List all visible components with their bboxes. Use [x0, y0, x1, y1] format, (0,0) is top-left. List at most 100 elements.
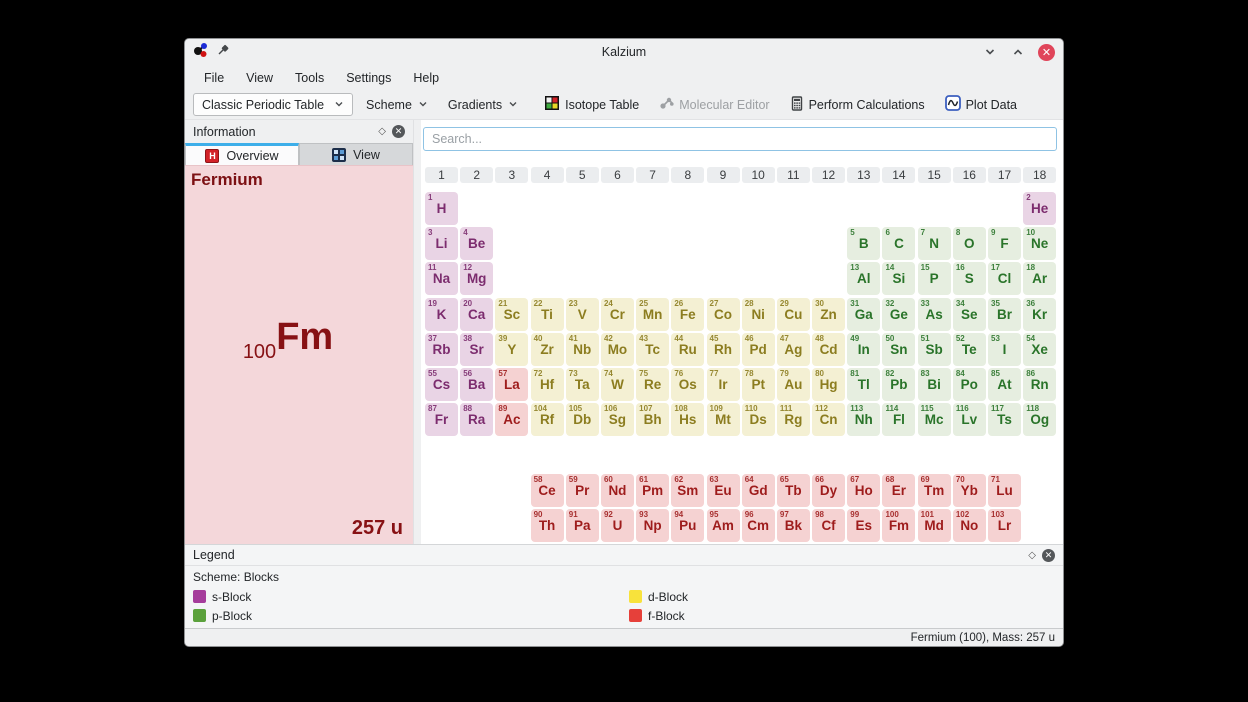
tab-view[interactable]: View: [299, 143, 413, 165]
element-tile-Xe[interactable]: 54Xe: [1023, 333, 1056, 366]
pin-icon[interactable]: [217, 43, 230, 61]
element-tile-Np[interactable]: 93Np: [636, 509, 669, 542]
element-tile-Rf[interactable]: 104Rf: [531, 403, 564, 436]
element-tile-Rb[interactable]: 37Rb: [425, 333, 458, 366]
element-tile-Er[interactable]: 68Er: [882, 474, 915, 507]
element-tile-Hs[interactable]: 108Hs: [671, 403, 704, 436]
element-tile-He[interactable]: 2He: [1023, 192, 1056, 225]
element-tile-Ni[interactable]: 28Ni: [742, 298, 775, 331]
element-tile-Mo[interactable]: 42Mo: [601, 333, 634, 366]
element-tile-Sb[interactable]: 51Sb: [918, 333, 951, 366]
menu-item-tools[interactable]: Tools: [286, 68, 333, 88]
element-tile-Ce[interactable]: 58Ce: [531, 474, 564, 507]
element-tile-Mt[interactable]: 109Mt: [707, 403, 740, 436]
element-tile-Rg[interactable]: 111Rg: [777, 403, 810, 436]
element-tile-Bk[interactable]: 97Bk: [777, 509, 810, 542]
element-tile-H[interactable]: 1H: [425, 192, 458, 225]
element-tile-Tm[interactable]: 69Tm: [918, 474, 951, 507]
element-tile-Mn[interactable]: 25Mn: [636, 298, 669, 331]
element-tile-Ac[interactable]: 89Ac: [495, 403, 528, 436]
element-tile-Nh[interactable]: 113Nh: [847, 403, 880, 436]
element-tile-W[interactable]: 74W: [601, 368, 634, 401]
element-tile-Zr[interactable]: 40Zr: [531, 333, 564, 366]
element-tile-Bi[interactable]: 83Bi: [918, 368, 951, 401]
element-tile-N[interactable]: 7N: [918, 227, 951, 260]
element-tile-Ta[interactable]: 73Ta: [566, 368, 599, 401]
element-tile-Mg[interactable]: 12Mg: [460, 262, 493, 295]
element-tile-U[interactable]: 92U: [601, 509, 634, 542]
element-tile-Lv[interactable]: 116Lv: [953, 403, 986, 436]
element-tile-Ds[interactable]: 110Ds: [742, 403, 775, 436]
element-tile-Cr[interactable]: 24Cr: [601, 298, 634, 331]
gradients-dropdown[interactable]: Gradients: [441, 93, 525, 116]
element-tile-Og[interactable]: 118Og: [1023, 403, 1056, 436]
scheme-dropdown[interactable]: Scheme: [359, 93, 435, 116]
element-tile-Rn[interactable]: 86Rn: [1023, 368, 1056, 401]
element-tile-Nd[interactable]: 60Nd: [601, 474, 634, 507]
element-tile-Sn[interactable]: 50Sn: [882, 333, 915, 366]
element-tile-Ra[interactable]: 88Ra: [460, 403, 493, 436]
element-tile-Mc[interactable]: 115Mc: [918, 403, 951, 436]
element-tile-Co[interactable]: 27Co: [707, 298, 740, 331]
menu-item-view[interactable]: View: [237, 68, 282, 88]
element-tile-Fr[interactable]: 87Fr: [425, 403, 458, 436]
element-tile-Ag[interactable]: 47Ag: [777, 333, 810, 366]
element-tile-At[interactable]: 85At: [988, 368, 1021, 401]
element-tile-Na[interactable]: 11Na: [425, 262, 458, 295]
element-tile-Pt[interactable]: 78Pt: [742, 368, 775, 401]
menu-item-settings[interactable]: Settings: [337, 68, 400, 88]
element-tile-In[interactable]: 49In: [847, 333, 880, 366]
element-tile-Fe[interactable]: 26Fe: [671, 298, 704, 331]
element-tile-Ga[interactable]: 31Ga: [847, 298, 880, 331]
element-tile-Pm[interactable]: 61Pm: [636, 474, 669, 507]
element-tile-O[interactable]: 8O: [953, 227, 986, 260]
element-tile-K[interactable]: 19K: [425, 298, 458, 331]
element-tile-Pd[interactable]: 46Pd: [742, 333, 775, 366]
element-tile-Cn[interactable]: 112Cn: [812, 403, 845, 436]
element-tile-Cl[interactable]: 17Cl: [988, 262, 1021, 295]
element-tile-Cu[interactable]: 29Cu: [777, 298, 810, 331]
element-tile-Eu[interactable]: 63Eu: [707, 474, 740, 507]
element-tile-Sr[interactable]: 38Sr: [460, 333, 493, 366]
element-tile-Db[interactable]: 105Db: [566, 403, 599, 436]
element-tile-Kr[interactable]: 36Kr: [1023, 298, 1056, 331]
element-tile-Fl[interactable]: 114Fl: [882, 403, 915, 436]
element-tile-Te[interactable]: 52Te: [953, 333, 986, 366]
element-tile-F[interactable]: 9F: [988, 227, 1021, 260]
element-tile-S[interactable]: 16S: [953, 262, 986, 295]
element-tile-Ne[interactable]: 10Ne: [1023, 227, 1056, 260]
element-tile-Am[interactable]: 95Am: [707, 509, 740, 542]
element-tile-Pu[interactable]: 94Pu: [671, 509, 704, 542]
element-tile-Nb[interactable]: 41Nb: [566, 333, 599, 366]
element-tile-Lr[interactable]: 103Lr: [988, 509, 1021, 542]
element-tile-Fm[interactable]: 100Fm: [882, 509, 915, 542]
element-tile-Os[interactable]: 76Os: [671, 368, 704, 401]
element-tile-V[interactable]: 23V: [566, 298, 599, 331]
chevron-down-icon[interactable]: [982, 44, 998, 60]
element-tile-Bh[interactable]: 107Bh: [636, 403, 669, 436]
element-tile-Cd[interactable]: 48Cd: [812, 333, 845, 366]
element-tile-Br[interactable]: 35Br: [988, 298, 1021, 331]
element-tile-Au[interactable]: 79Au: [777, 368, 810, 401]
element-tile-Zn[interactable]: 30Zn: [812, 298, 845, 331]
element-tile-Tc[interactable]: 43Tc: [636, 333, 669, 366]
element-tile-La[interactable]: 57La: [495, 368, 528, 401]
element-tile-Ts[interactable]: 117Ts: [988, 403, 1021, 436]
menu-item-help[interactable]: Help: [404, 68, 448, 88]
element-tile-As[interactable]: 33As: [918, 298, 951, 331]
element-tile-Al[interactable]: 13Al: [847, 262, 880, 295]
element-tile-Md[interactable]: 101Md: [918, 509, 951, 542]
element-tile-Ge[interactable]: 32Ge: [882, 298, 915, 331]
element-tile-Se[interactable]: 34Se: [953, 298, 986, 331]
chevron-up-icon[interactable]: [1010, 44, 1026, 60]
element-tile-Ba[interactable]: 56Ba: [460, 368, 493, 401]
element-tile-Po[interactable]: 84Po: [953, 368, 986, 401]
float-diamond-icon[interactable]: ◇: [1028, 550, 1036, 561]
element-tile-Si[interactable]: 14Si: [882, 262, 915, 295]
element-tile-Tl[interactable]: 81Tl: [847, 368, 880, 401]
element-tile-Ti[interactable]: 22Ti: [531, 298, 564, 331]
element-tile-I[interactable]: 53I: [988, 333, 1021, 366]
element-tile-Es[interactable]: 99Es: [847, 509, 880, 542]
element-tile-Tb[interactable]: 65Tb: [777, 474, 810, 507]
element-tile-Sg[interactable]: 106Sg: [601, 403, 634, 436]
